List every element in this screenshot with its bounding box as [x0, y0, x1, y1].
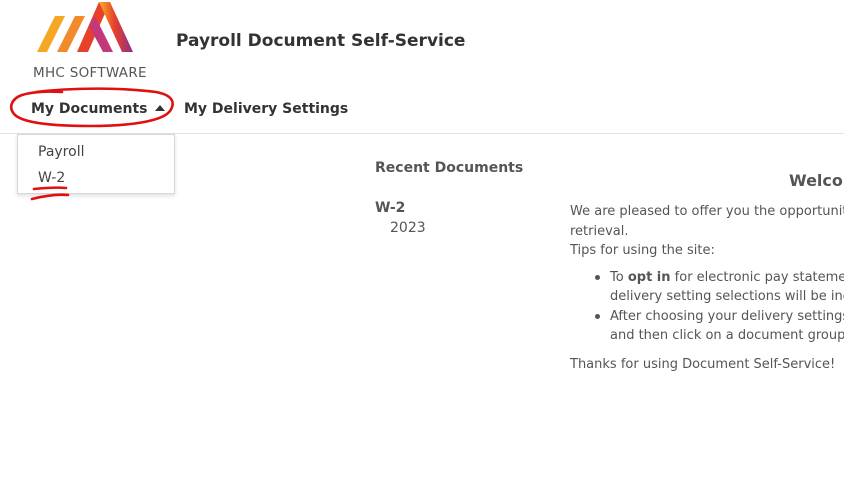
recent-doc-type: W-2	[375, 200, 406, 216]
mhc-logo[interactable]: MHC SOFTWARE	[33, 2, 147, 82]
logo-mark-icon	[37, 2, 133, 52]
dropdown-item-w2[interactable]: W-2	[38, 170, 65, 186]
tip-delivery-continued: and then click on a document group.	[610, 328, 844, 343]
welcome-tips: Tips for using the site:	[570, 243, 715, 258]
welcome-thanks: Thanks for using Document Self-Service!	[570, 356, 836, 372]
welcome-panel: We are pleased to offer you the opportun…	[570, 202, 844, 374]
page: MHC SOFTWARE Payroll Document Self-Servi…	[0, 0, 844, 503]
tip-opt-in-bold: opt in	[627, 269, 671, 285]
tip-opt-in-rest: for electronic pay statement	[670, 269, 844, 285]
recent-doc-2023-link[interactable]: 2023	[390, 220, 426, 236]
caret-up-icon	[154, 105, 165, 111]
nav-my-documents-label: My Documents	[31, 101, 148, 117]
tip-opt-in-prefix: To	[610, 269, 628, 285]
dropdown-item-payroll[interactable]: Payroll	[38, 144, 84, 160]
nav-my-delivery-settings[interactable]: My Delivery Settings	[184, 101, 348, 117]
tips-list: To opt in for electronic pay statement d…	[570, 268, 844, 346]
nav-my-documents[interactable]: My Documents	[31, 101, 165, 117]
logo-text: MHC SOFTWARE	[33, 65, 147, 81]
tip-opt-in: To opt in for electronic pay statement	[570, 268, 844, 288]
welcome-title: Welcor	[789, 171, 844, 190]
tip-opt-in-continued: delivery setting selections will be indi…	[610, 289, 844, 304]
page-title: Payroll Document Self-Service	[176, 31, 466, 51]
tip-delivery: After choosing your delivery settings, y	[570, 307, 844, 327]
recent-documents-heading: Recent Documents	[375, 160, 524, 176]
welcome-intro-line-1: We are pleased to offer you the opportun…	[570, 204, 844, 219]
welcome-intro-line-2: retrieval.	[570, 223, 629, 239]
my-documents-dropdown: Payroll W-2	[17, 134, 175, 194]
